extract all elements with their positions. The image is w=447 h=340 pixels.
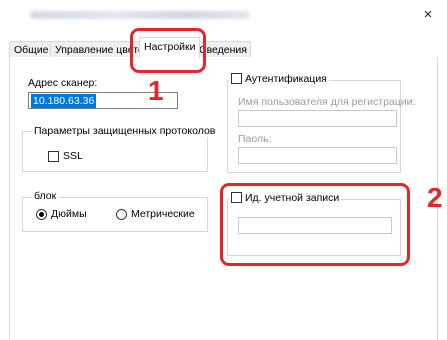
username-input[interactable] [238,110,397,127]
highlight-account-id [220,183,410,266]
close-button[interactable]: × [418,6,438,24]
username-label: Имя пользователя для регистрации: [238,96,416,108]
units-title: блок [32,190,59,202]
tab-label: Настройки [144,41,196,53]
scanner-address-label: Адрес сканер: [28,77,98,89]
tab-label: Сведения [200,44,247,56]
tab-color-management[interactable]: Управление цветом [50,41,140,57]
ssl-label: SSL [63,150,83,162]
password-label: Паоль: [238,133,272,145]
close-icon: × [423,6,433,23]
inches-radio[interactable] [36,209,47,220]
authentication-title: Аутентификация [229,73,329,85]
authentication-checkbox[interactable] [231,73,242,84]
marker-2: 2 [427,182,443,213]
tab-label: Общие [14,44,49,56]
authentication-label: Аутентификация [245,73,327,85]
tab-settings[interactable]: Настройки [139,37,200,58]
window-title [30,11,250,19]
tab-general[interactable]: Общие [9,41,51,57]
metric-label: Метрические [131,208,195,220]
inches-label: Дюймы [51,208,87,220]
ssl-checkbox[interactable] [48,151,59,162]
tab-label: Управление цветом [55,44,139,56]
password-input[interactable] [238,147,397,164]
tab-details[interactable]: Сведения [200,41,251,57]
secure-protocols-title: Параметры защищенных протоколов [32,125,218,137]
scanner-address-value: 10.180.63.36 [31,94,97,108]
marker-1: 1 [148,75,164,106]
metric-radio[interactable] [116,209,127,220]
